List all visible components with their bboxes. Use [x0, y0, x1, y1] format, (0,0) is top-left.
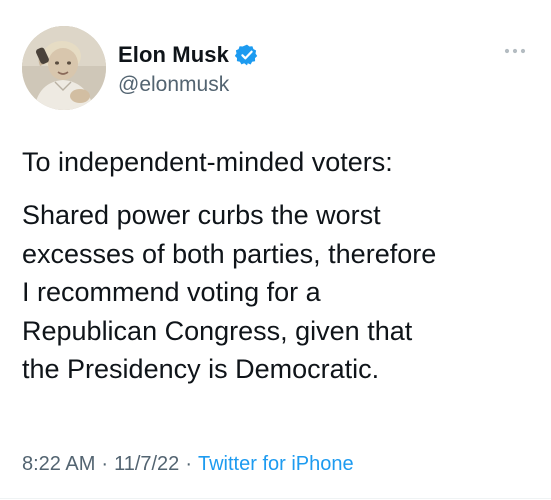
more-horizontal-icon: [504, 48, 526, 54]
author-display-name[interactable]: Elon Musk: [118, 41, 229, 69]
tweet-text-paragraph-2: Shared power curbs the worst excesses of…: [22, 200, 437, 384]
meta-separator: ·: [185, 453, 192, 475]
author-handle[interactable]: @elonmusk: [118, 72, 229, 98]
tweet-text-line-1: To independent-minded voters:: [22, 147, 393, 177]
tweet-meta: 8:22 AM · 11/7/22 · Twitter for iPhone: [22, 451, 354, 477]
divider: [0, 498, 551, 499]
tweet-date[interactable]: 11/7/22: [114, 451, 179, 477]
avatar-photo: [22, 26, 106, 110]
author-name-row: Elon Musk: [118, 41, 259, 69]
tweet-card: Elon Musk @elonmusk To independent-minde…: [0, 0, 551, 500]
tweet-source-link[interactable]: Twitter for iPhone: [198, 451, 354, 477]
more-options-button[interactable]: [499, 40, 531, 62]
meta-separator: ·: [101, 453, 109, 475]
tweet-time[interactable]: 8:22 AM: [22, 451, 95, 477]
avatar[interactable]: [22, 26, 106, 110]
verified-badge-icon: [234, 43, 259, 67]
